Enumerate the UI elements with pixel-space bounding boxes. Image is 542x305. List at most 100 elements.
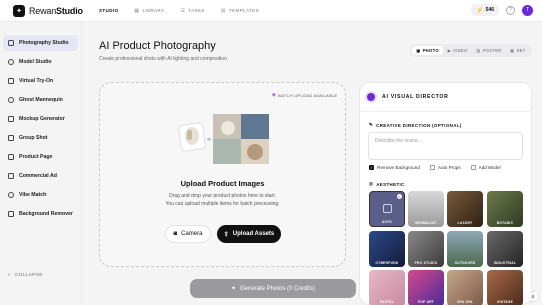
upload-illustration: ⚭ xyxy=(178,114,269,164)
help-icon[interactable]: ? xyxy=(506,5,515,15)
upload-assets-button[interactable]: ⇪ Upload Assets xyxy=(217,225,281,243)
mode-switcher: ▣ PHOTO ▶ VIDEO ▥ POSTER ▦ SET xyxy=(410,44,532,57)
sidebar-item-photography-studio[interactable]: Photography Studio xyxy=(3,35,78,51)
aesthetic-label: ◎ AESTHETIC xyxy=(369,181,405,187)
aesthetic-auto[interactable]: ✓ AUTO xyxy=(369,191,405,227)
sidebar-item-background-remover[interactable]: Background Remover xyxy=(3,206,78,222)
layers-icon: ◈ xyxy=(272,92,277,98)
aesthetic-pro-studio[interactable]: PRO STUDIO xyxy=(408,231,444,267)
nav-studio[interactable]: STUDIO xyxy=(93,5,124,16)
app-logo[interactable]: ✦ RewanStudio xyxy=(13,4,85,17)
sidebar-item-virtual-try-on[interactable]: Virtual Try-On xyxy=(3,73,78,89)
sparkle-icon xyxy=(8,192,14,198)
bolt-icon: ⚡ xyxy=(476,7,484,14)
person-icon xyxy=(8,59,14,65)
scene-description-input[interactable]: Describe the scene... xyxy=(368,132,523,160)
aesthetic-pop-art[interactable]: POP ART xyxy=(408,270,444,305)
sidebar-item-model-studio[interactable]: Model Studio xyxy=(3,54,78,70)
megaphone-icon xyxy=(8,173,14,179)
option-add-model[interactable]: Add Model xyxy=(470,165,501,170)
aesthetic-label-text: CYBERPUNK xyxy=(375,261,399,265)
aesthetic-outdoors[interactable]: OUTDOORS xyxy=(447,231,483,267)
aesthetic-label-text: OUTDOORS xyxy=(454,261,476,265)
aesthetic-label-text: VINTAGE xyxy=(496,300,514,304)
mode-photo[interactable]: ▣ PHOTO xyxy=(412,46,443,55)
mode-set[interactable]: ▦ SET xyxy=(506,46,529,55)
eraser-icon xyxy=(8,211,14,217)
aesthetic-vintage[interactable]: VINTAGE xyxy=(487,270,523,305)
camera-button[interactable]: ◙ Camera xyxy=(165,225,211,243)
camera-icon xyxy=(8,40,14,46)
top-bar: ✦ RewanStudio STUDIO ▦ LIBRARY ☰ TASKS ▤ TE… xyxy=(0,0,542,22)
nav-library[interactable]: ▦ LIBRARY xyxy=(128,5,170,17)
aesthetic-industrial[interactable]: INDUSTRIAL xyxy=(487,231,523,267)
main-nav: STUDIO ▦ LIBRARY ☰ TASKS ▤ TEMPLATES xyxy=(93,5,265,17)
aesthetic-label-text: BOTANIC xyxy=(496,221,514,225)
shirt-icon xyxy=(8,78,14,84)
aesthetic-label-text: PRO STUDIO xyxy=(414,261,438,265)
logo-icon: ✦ xyxy=(13,4,25,17)
poster-icon: ▥ xyxy=(476,48,481,53)
pen-icon: ✎ xyxy=(369,122,374,127)
templates-icon: ▤ xyxy=(220,7,226,14)
aesthetic-label-text: PASTEL xyxy=(379,300,395,304)
options-row: ✓ Remove Background Auto Props Add Model xyxy=(369,165,501,170)
sidebar-item-group-shot[interactable]: Group Shot xyxy=(3,130,78,146)
sidebar-item-vibe-match[interactable]: Vibe Match xyxy=(3,187,78,203)
aesthetic-cyberpunk[interactable]: CYBERPUNK xyxy=(369,231,405,267)
checkbox-icon xyxy=(470,165,476,170)
sidebar-item-mockup-generator[interactable]: Mockup Generator xyxy=(3,111,78,127)
library-icon: ▦ xyxy=(134,7,140,14)
option-auto-props[interactable]: Auto Props xyxy=(429,165,461,170)
ghost-icon xyxy=(8,97,14,103)
user-avatar[interactable]: T xyxy=(522,4,533,16)
sidebar-item-ghost-mannequin[interactable]: Ghost Mannequin xyxy=(3,92,78,108)
page-subtitle: Create professional shots with AI lighti… xyxy=(99,56,229,62)
camera-icon: ◙ xyxy=(173,231,178,237)
upload-title: Upload Product Images xyxy=(180,179,265,188)
tasks-icon: ☰ xyxy=(180,7,186,14)
aesthetic-label-text: MINIMALIST xyxy=(415,221,437,225)
aesthetic-label-text: INDUSTRIAL xyxy=(493,261,517,265)
upload-icon: ⇪ xyxy=(223,231,229,238)
page-title: AI Product Photography xyxy=(99,40,216,52)
status-dot-icon xyxy=(367,93,375,101)
chevron-left-icon: « xyxy=(8,272,12,277)
credits-badge[interactable]: ⚡ 546 xyxy=(471,4,499,16)
check-icon: ✓ xyxy=(397,194,402,199)
video-icon: ▶ xyxy=(447,48,452,53)
generate-photos-button[interactable]: ✦ Generate Photos (0 Credits) xyxy=(190,279,356,298)
wand-icon xyxy=(383,204,392,213)
upload-description: Drag and drop your product photos here t… xyxy=(165,193,280,207)
palette-icon: ◎ xyxy=(369,181,374,186)
mode-poster[interactable]: ▥ POSTER xyxy=(472,46,505,55)
aesthetic-minimalist[interactable]: MINIMALIST xyxy=(408,191,444,227)
aesthetic-botanic[interactable]: BOTANIC xyxy=(487,191,523,227)
checkbox-checked-icon: ✓ xyxy=(369,165,374,170)
nav-tasks[interactable]: ☰ TASKS xyxy=(175,5,211,17)
aesthetic-luxury[interactable]: LUXURY xyxy=(447,191,483,227)
aesthetic-spa[interactable]: SPA SPA xyxy=(447,270,483,305)
aesthetic-label-text: SPA SPA xyxy=(457,300,473,304)
sidebar-item-commercial-ad[interactable]: Commercial Ad xyxy=(3,168,78,184)
aesthetic-label-text: LUXURY xyxy=(457,221,473,225)
checkbox-icon xyxy=(429,165,435,170)
sidebar-item-product-page[interactable]: Product Page xyxy=(3,149,78,165)
batch-upload-badge: ◈ BATCH UPLOAD AVAILABLE xyxy=(272,92,338,98)
aesthetic-label-text: POP ART xyxy=(417,300,435,304)
divider xyxy=(359,111,532,112)
grid-icon xyxy=(8,135,14,141)
aesthetic-label-text: AUTO xyxy=(381,220,393,224)
mode-video[interactable]: ▶ VIDEO xyxy=(444,46,472,55)
camera-icon: ▣ xyxy=(416,48,421,53)
collapse-button[interactable]: «COLLAPSE xyxy=(8,272,43,277)
brand-name: RewanStudio xyxy=(29,5,83,16)
nav-templates[interactable]: ▤ TEMPLATES xyxy=(215,5,265,17)
aesthetic-pastel[interactable]: PASTEL xyxy=(369,270,405,305)
option-remove-background[interactable]: ✓ Remove Background xyxy=(369,165,420,170)
panel-title: AI VISUAL DIRECTOR xyxy=(382,94,449,100)
sparkle-icon: ✦ xyxy=(230,286,236,292)
panel-header: AI VISUAL DIRECTOR xyxy=(367,93,449,101)
creative-direction-label: ✎ CREATIVE DIRECTION (OPTIONAL) xyxy=(369,122,462,128)
page-icon xyxy=(8,154,14,160)
